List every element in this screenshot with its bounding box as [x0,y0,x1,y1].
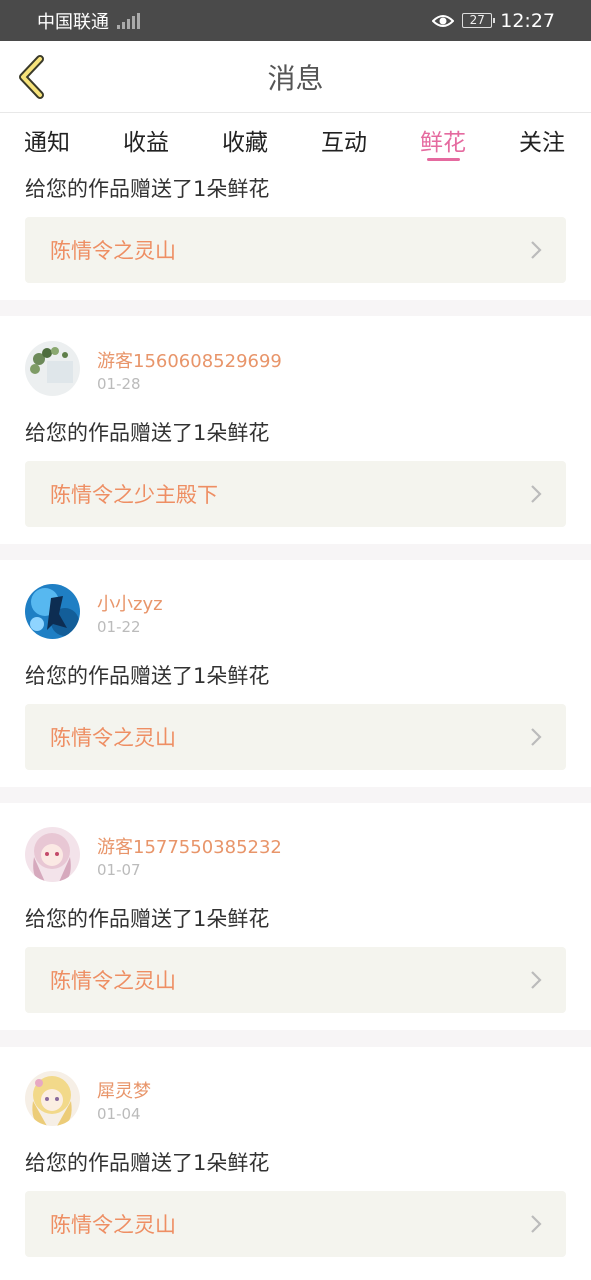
avatar[interactable] [25,827,80,882]
work-title: 陈情令之灵山 [50,1213,176,1237]
work-title: 陈情令之灵山 [50,726,176,750]
back-arrow-icon[interactable] [14,54,50,100]
list-item: 给您的作品赠送了1朵鲜花 陈情令之灵山 [0,163,591,300]
message-text: 给您的作品赠送了1朵鲜花 [25,664,270,688]
chevron-right-icon [531,485,542,503]
chevron-right-icon [531,241,542,259]
work-link[interactable]: 陈情令之灵山 [25,1191,566,1257]
work-link[interactable]: 陈情令之灵山 [25,217,566,283]
message-list[interactable]: 给您的作品赠送了1朵鲜花 陈情令之灵山 游客1560608529699 01-2… [0,163,591,1280]
username[interactable]: 小小zyz [97,590,163,616]
carrier-name: 中国联通 [37,11,109,33]
username[interactable]: 游客1577550385232 [97,833,282,859]
chevron-right-icon [531,971,542,989]
message-date: 01-07 [97,861,141,879]
nav-header: 消息 [0,41,591,113]
tab-favorites[interactable]: 收藏 [222,123,268,157]
page-title: 消息 [267,61,324,95]
category-tabs: 通知 收益 收藏 互动 鲜花 关注 [0,113,591,163]
work-link[interactable]: 陈情令之少主殿下 [25,461,566,527]
eye-icon [432,14,455,27]
signal-icon [117,12,140,29]
work-link[interactable]: 陈情令之灵山 [25,704,566,770]
list-item: 游客1560608529699 01-28 给您的作品赠送了1朵鲜花 陈情令之少… [0,316,591,544]
tab-notifications[interactable]: 通知 [24,123,70,157]
avatar[interactable] [25,1071,80,1126]
tab-flowers[interactable]: 鲜花 [420,123,466,157]
message-text: 给您的作品赠送了1朵鲜花 [25,421,270,445]
chevron-right-icon [531,1215,542,1233]
tab-interactions[interactable]: 互动 [321,123,367,157]
list-item: 小小zyz 01-22 给您的作品赠送了1朵鲜花 陈情令之灵山 [0,560,591,787]
active-tab-indicator [427,158,460,161]
message-date: 01-04 [97,1105,141,1123]
username[interactable]: 犀灵梦 [97,1077,151,1103]
work-link[interactable]: 陈情令之灵山 [25,947,566,1013]
work-title: 陈情令之灵山 [50,239,176,263]
list-item: 犀灵梦 01-04 给您的作品赠送了1朵鲜花 陈情令之灵山 [0,1047,591,1280]
message-date: 01-28 [97,375,141,393]
username[interactable]: 游客1560608529699 [97,347,282,373]
avatar[interactable] [25,584,80,639]
tab-following[interactable]: 关注 [519,123,565,157]
work-title: 陈情令之少主殿下 [50,483,218,507]
list-item: 游客1577550385232 01-07 给您的作品赠送了1朵鲜花 陈情令之灵… [0,803,591,1030]
message-text: 给您的作品赠送了1朵鲜花 [25,907,270,931]
work-title: 陈情令之灵山 [50,969,176,993]
avatar[interactable] [25,341,80,396]
chevron-right-icon [531,728,542,746]
message-text: 给您的作品赠送了1朵鲜花 [25,1151,270,1175]
message-date: 01-22 [97,618,141,636]
tab-earnings[interactable]: 收益 [123,123,169,157]
clock: 12:27 [500,9,555,32]
status-bar: 中国联通 27 12:27 [0,0,591,41]
message-text: 给您的作品赠送了1朵鲜花 [25,177,270,201]
battery-icon: 27 [462,13,496,28]
